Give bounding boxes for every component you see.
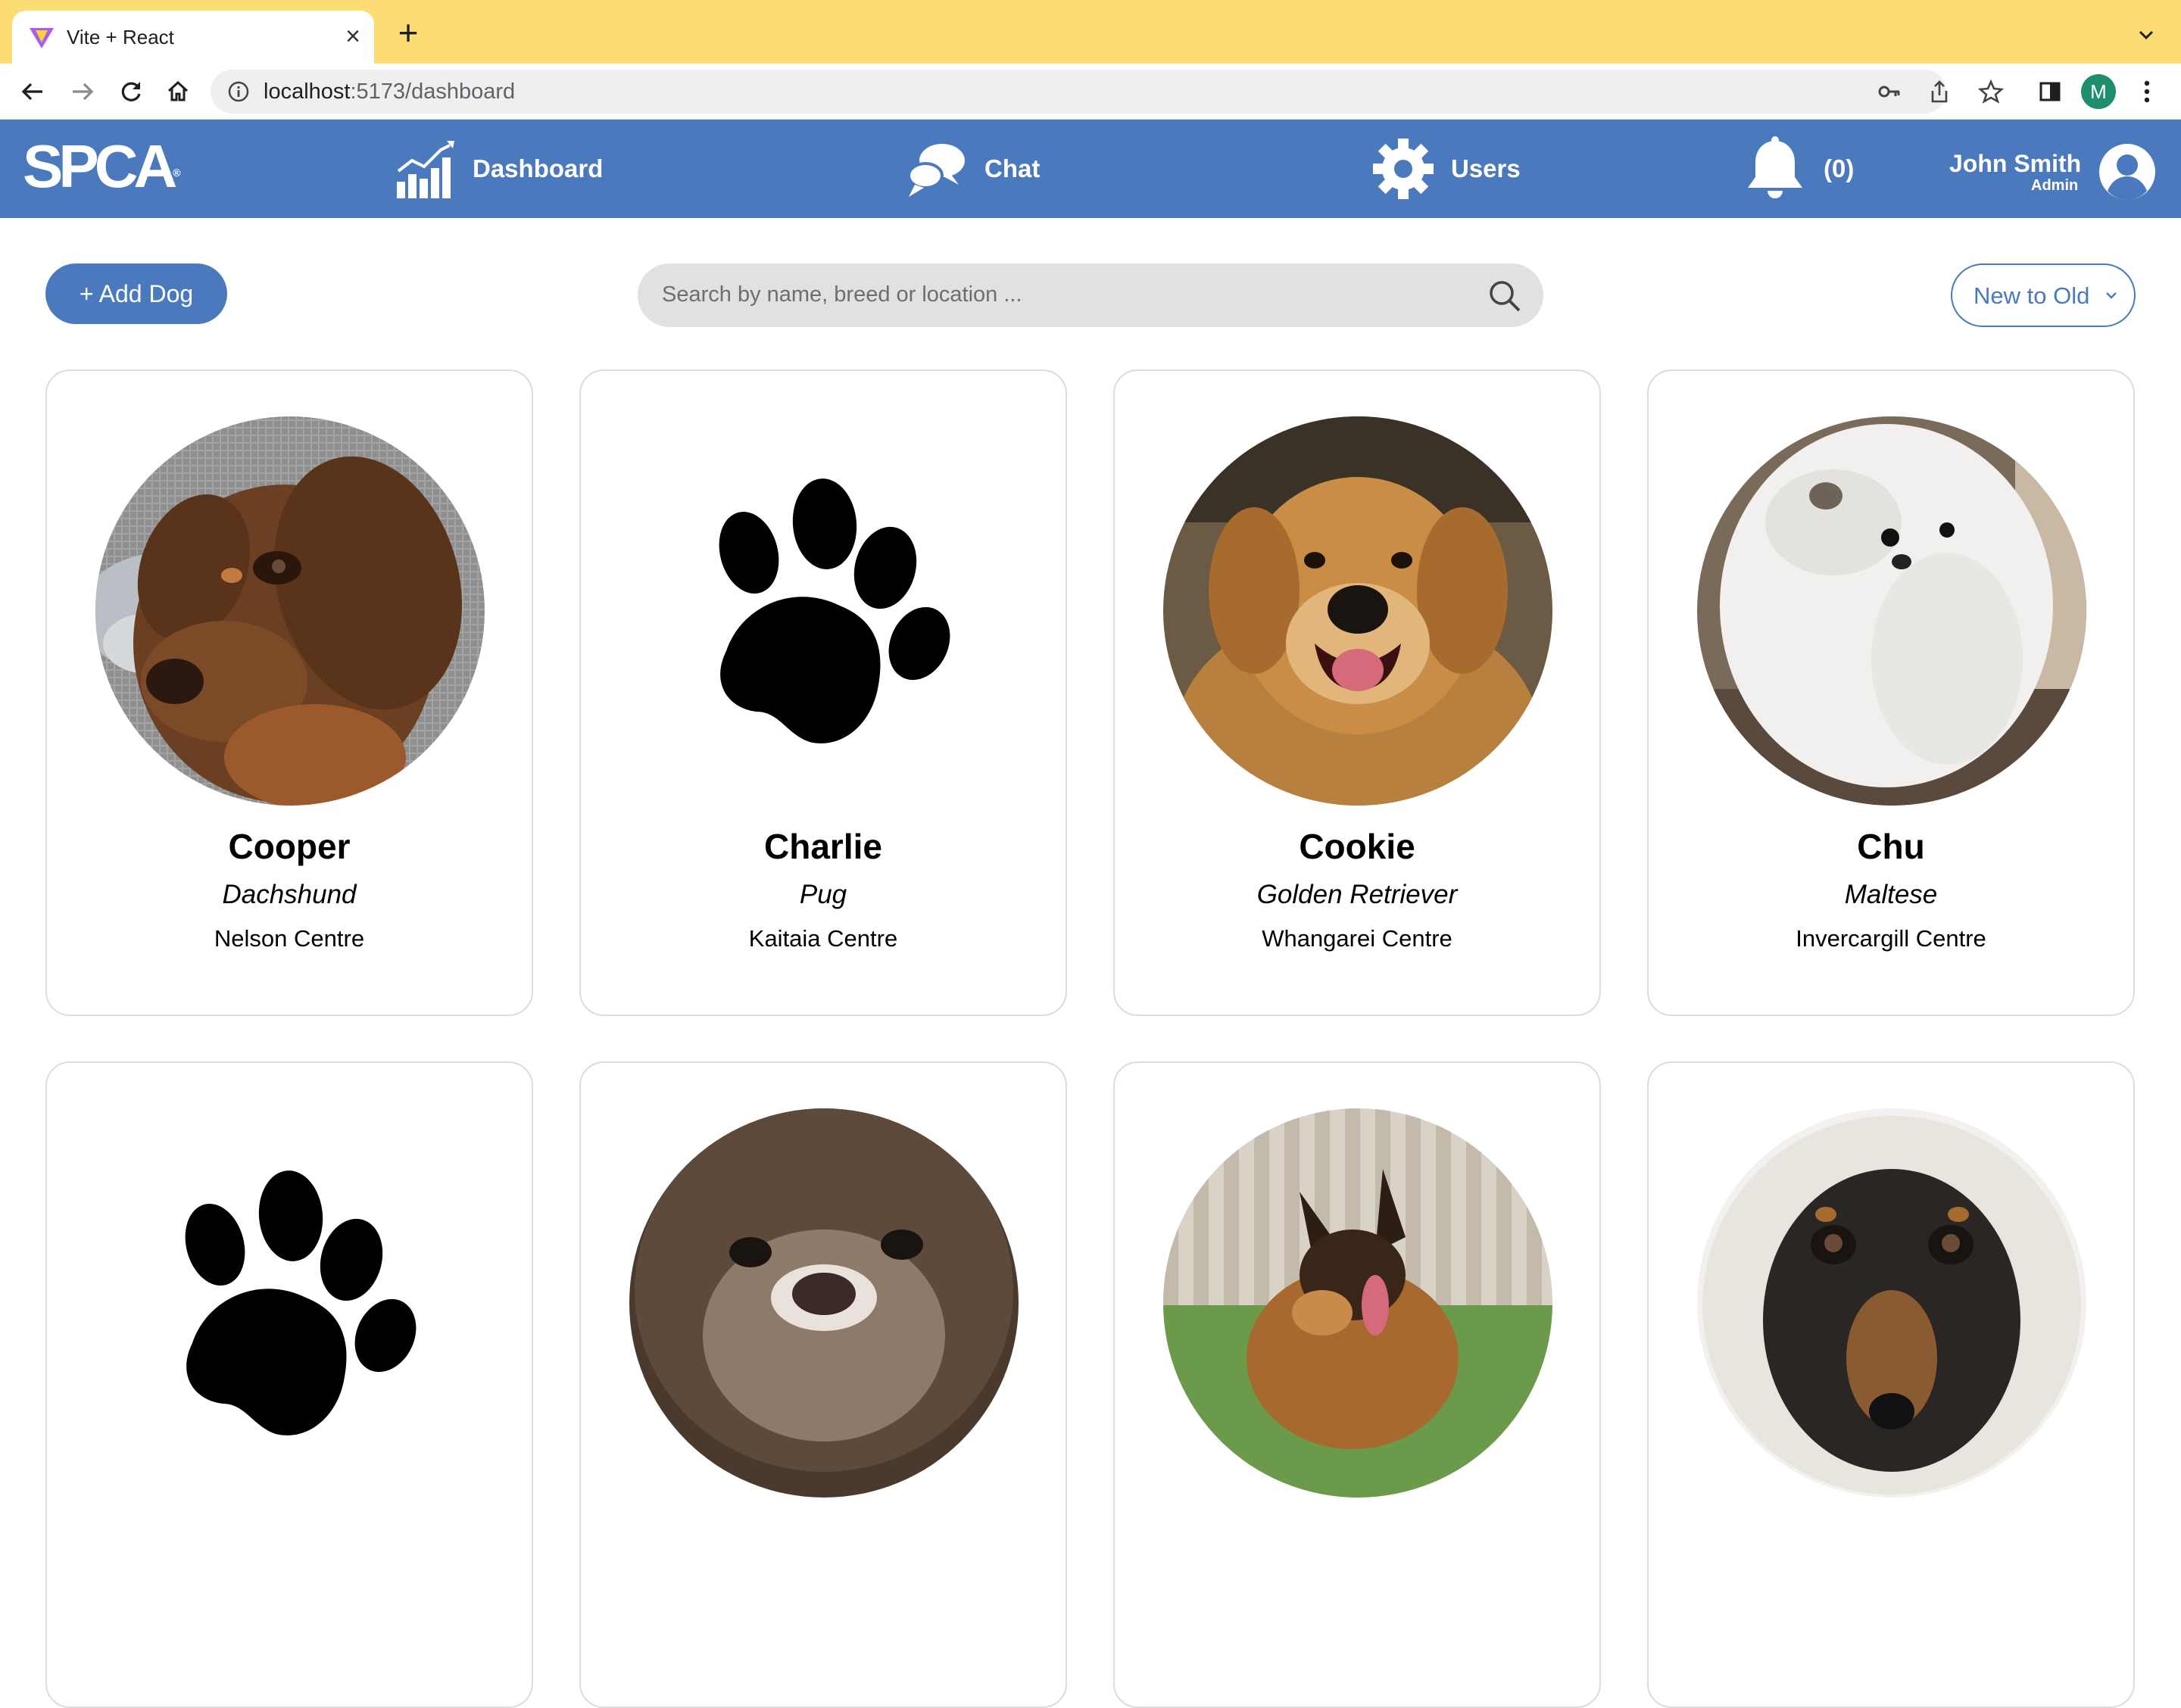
dog-card[interactable] (45, 1061, 533, 1708)
dog-card[interactable]: Charlie Pug Kaitaia Centre (579, 369, 1067, 1016)
user-role: Admin (2031, 177, 2079, 194)
back-arrow-icon[interactable] (17, 76, 48, 108)
nav-users[interactable]: Users (1372, 136, 1521, 201)
dog-name: Charlie (764, 827, 882, 866)
chevron-down-icon (2106, 292, 2117, 299)
dog-card[interactable]: Chu Maltese Invercargill Centre (1647, 369, 2135, 1016)
dog-location: Invercargill Centre (1796, 925, 1986, 952)
new-tab-button[interactable]: + (391, 15, 426, 51)
gear-icon (1373, 139, 1434, 199)
dog-name: Cooper (228, 827, 351, 866)
side-panel-icon[interactable] (2034, 76, 2066, 108)
dog-name: Cookie (1299, 827, 1415, 866)
german-shepherd-photo (1163, 1108, 1552, 1498)
tab-close-icon[interactable]: × (338, 21, 368, 51)
user-info[interactable]: John Smith Admin (1949, 150, 2081, 194)
dachshund-hoodie-photo (1697, 1108, 2086, 1498)
fluffy-dog-photo (629, 1108, 1019, 1498)
bookmark-star-icon[interactable] (1978, 79, 2004, 104)
sort-selected-value: New to Old (1974, 282, 2090, 309)
spca-logo[interactable]: SPCA® (23, 136, 181, 197)
notification-count: (0) (1824, 154, 1855, 182)
nav-dashboard-label: Dashboard (473, 154, 604, 182)
tab-title: Vite + React (67, 26, 174, 48)
dog-breed: Maltese (1844, 880, 1938, 909)
search-input[interactable]: Search by name, breed or location ... (638, 263, 1543, 327)
app-navbar: SPCA® Dashboard Chat Users (0) John Smit… (0, 120, 2181, 218)
nav-dashboard[interactable]: Dashboard (394, 136, 603, 201)
dog-card[interactable]: Cooper Dachshund Nelson Centre (45, 369, 533, 1016)
browser-tab[interactable]: Vite + React × (12, 11, 374, 64)
dog-card[interactable]: Cookie Golden Retriever Whangarei Centre (1113, 369, 1601, 1016)
add-dog-button[interactable]: + Add Dog (45, 263, 227, 324)
vite-favicon-icon (30, 28, 54, 48)
bar-chart-icon (397, 141, 454, 198)
dog-breed: Pug (799, 880, 847, 909)
dog-card[interactable] (1647, 1061, 2135, 1708)
share-icon[interactable] (1927, 79, 1952, 104)
nav-users-label: Users (1451, 154, 1521, 182)
dog-card[interactable] (1113, 1061, 1601, 1708)
reload-icon[interactable] (115, 76, 147, 108)
dog-breed: Golden Retriever (1256, 880, 1458, 909)
paw-icon (185, 1170, 417, 1435)
chat-bubbles-icon (907, 144, 965, 197)
paw-icon (719, 478, 950, 743)
dog-breed: Dachshund (222, 880, 357, 909)
nav-chat[interactable]: Chat (906, 136, 1040, 201)
home-icon[interactable] (162, 76, 194, 108)
key-icon[interactable] (1877, 79, 1902, 104)
user-name: John Smith (1949, 150, 2082, 177)
maltese-photo (1697, 416, 2086, 806)
dachshund-photo (95, 416, 485, 806)
url-text: localhost:5173/dashboard (264, 79, 516, 104)
user-avatar-icon[interactable] (2098, 142, 2157, 201)
browser-menu-icon[interactable] (2131, 76, 2163, 108)
nav-chat-label: Chat (984, 154, 1041, 182)
bell-icon (1748, 136, 1802, 198)
browser-toolbar: localhost:5173/dashboard M (0, 64, 2181, 120)
dog-name: Chu (1857, 827, 1925, 866)
site-info-icon[interactable] (227, 80, 250, 103)
nav-notifications[interactable]: (0) (1743, 136, 1854, 201)
dog-location: Whangarei Centre (1262, 925, 1452, 952)
search-icon[interactable] (1487, 279, 1522, 313)
sort-dropdown[interactable]: New to Old (1951, 263, 2136, 327)
forward-arrow-icon[interactable] (67, 76, 98, 108)
dog-location: Kaitaia Centre (748, 925, 898, 952)
browser-tab-strip: Vite + React × + (0, 0, 2181, 64)
search-placeholder: Search by name, breed or location ... (662, 282, 1022, 307)
dog-card[interactable] (579, 1061, 1067, 1708)
profile-avatar[interactable]: M (2081, 74, 2116, 109)
address-bar[interactable]: localhost:5173/dashboard (211, 70, 2004, 114)
golden-retriever-photo (1163, 416, 1552, 806)
dog-location: Nelson Centre (214, 925, 365, 952)
tab-search-chevron-icon[interactable] (2131, 20, 2161, 50)
